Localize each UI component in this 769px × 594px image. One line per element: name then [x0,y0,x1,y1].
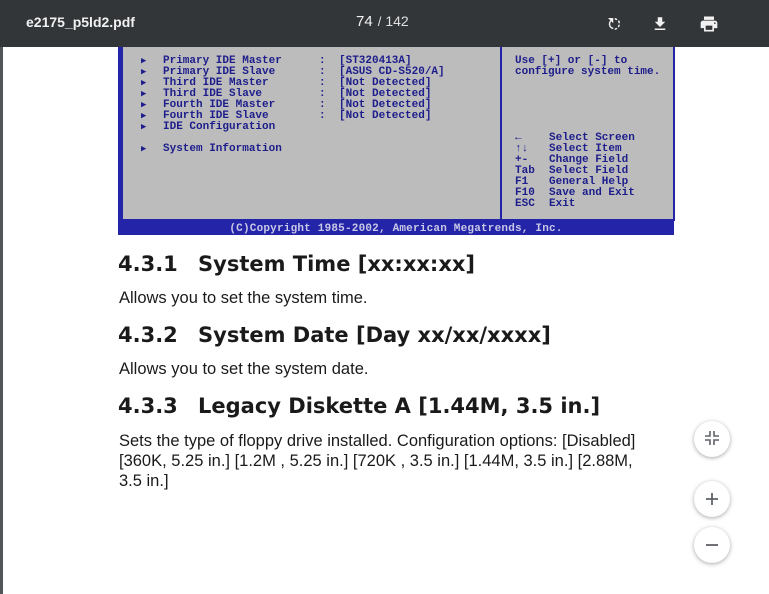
section-title: System Time [xx:xx:xx] [198,252,476,276]
download-button[interactable] [647,11,673,37]
bios-panel: ▶ Primary IDE Master: [ST320413A] ▶ Primary … [121,47,675,221]
current-page-input[interactable]: 74 [356,13,373,30]
file-name: e2175_p5ld2.pdf [26,14,135,30]
bios-key-desc: Exit [549,198,576,210]
zoom-out-icon [705,533,719,558]
zoom-out-button[interactable] [694,527,730,563]
arrow-right-icon: ▶ [141,56,147,66]
total-pages: 142 [385,13,409,29]
arrow-right-icon: ▶ [141,89,147,99]
section-heading: 4.3.1 System Time [xx:xx:xx] [118,252,475,276]
fit-to-page-icon [704,427,720,452]
section-heading: 4.3.3 Legacy Diskette A [1.44M, 3.5 in.] [118,394,600,418]
section-heading: 4.3.2 System Date [Day xx/xx/xxxx] [118,323,551,347]
zoom-in-icon [705,487,719,512]
section-title: Legacy Diskette A [1.44M, 3.5 in.] [198,394,601,418]
section-title: System Date [Day xx/xx/xxxx] [198,323,551,347]
bios-help-text: Use [+] or [-] to configure system time. [515,55,661,78]
download-icon [651,15,669,33]
pdf-toolbar: e2175_p5ld2.pdf 74 /142 [0,0,769,47]
section-number: 4.3.2 [118,323,178,347]
arrow-right-icon: ▶ [141,144,147,154]
fit-to-page-button[interactable] [694,421,730,457]
bios-item-label: IDE Configuration [163,121,276,133]
section-body: Allows you to set the system time. [119,289,368,307]
page-indicator: 74 /142 [356,13,409,30]
bios-item-value: [Not Detected] [339,110,432,122]
bios-item-label: System Information [163,143,282,155]
print-icon [699,14,719,34]
bios-divider [500,47,502,219]
bios-item-colon: : [319,110,326,122]
section-number: 4.3.3 [118,394,178,418]
rotate-icon [605,15,623,33]
zoom-in-button[interactable] [694,481,730,517]
arrow-right-icon: ▶ [141,78,147,88]
print-button[interactable] [696,11,722,37]
section-body: Sets the type of floppy drive installed.… [119,432,636,490]
rotate-button[interactable] [601,11,627,37]
arrow-right-icon: ▶ [141,100,147,110]
section-number: 4.3.1 [118,252,178,276]
arrow-right-icon: ▶ [141,67,147,77]
section-body: Allows you to set the system date. [119,360,369,378]
bios-copyright: (C)Copyright 1985-2002, American Megatre… [229,223,563,235]
arrow-right-icon: ▶ [141,122,147,132]
arrow-right-icon: ▶ [141,111,147,121]
page-separator: / [377,14,382,29]
bios-screenshot: ▶ Primary IDE Master: [ST320413A] ▶ Primary … [118,47,675,235]
bios-key: ESC [515,198,535,210]
